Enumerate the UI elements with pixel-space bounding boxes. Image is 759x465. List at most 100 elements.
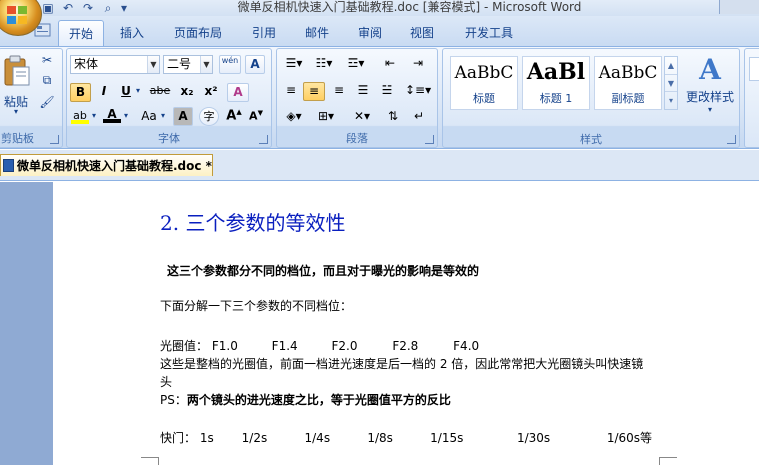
character-border-button[interactable]: A [245, 55, 265, 74]
chevron-down-icon[interactable]: ▼ [200, 56, 212, 73]
style-heading-1[interactable]: AaBl 标题 1 [522, 56, 590, 110]
chevron-down-icon: ▾ [707, 105, 712, 114]
chevron-down-icon[interactable]: ▼ [665, 74, 677, 91]
shutter-label: 快门： [160, 431, 197, 445]
paste-dropdown-icon[interactable]: ▾ [1, 107, 31, 116]
style-title[interactable]: AaBbC 标题 [450, 56, 518, 110]
shutter-line[interactable]: 快门： 1s 1/2s 1/4s 1/8s 1/15s 1/30s 1/60s等 [160, 429, 652, 446]
tab-view[interactable]: 视图 [402, 20, 442, 46]
align-center-icon[interactable]: ≡ [303, 82, 325, 101]
document-tab[interactable]: 微单反相机快速入门基础教程.doc * [0, 154, 213, 176]
change-styles-button[interactable]: A 更改样式 ▾ [682, 52, 738, 122]
bold-statement[interactable]: 这三个参数都分不同的档位，而且对于曝光的影响是等效的 [167, 262, 479, 279]
tab-references[interactable]: 引用 [244, 20, 284, 46]
italic-button[interactable]: I [94, 84, 114, 98]
shading-icon[interactable]: ◈▾ [281, 109, 307, 123]
document-page[interactable] [53, 182, 759, 465]
underline-label: U [121, 84, 131, 98]
style-name: 标题 1 [539, 92, 573, 105]
multilevel-list-icon[interactable]: ☲▾ [341, 56, 371, 70]
tab-mailings[interactable]: 邮件 [297, 20, 337, 46]
aperture-line[interactable]: 光圈值： F1.0 F1.4 F2.0 F2.8 F4.0 [160, 337, 479, 354]
sort-icon[interactable]: ⇅ [383, 109, 403, 123]
change-case-button[interactable]: Aa [137, 109, 161, 123]
superscript-label: x² [204, 84, 218, 98]
shutter-value: 1/2s [241, 431, 268, 445]
tab-insert[interactable]: 插入 [112, 20, 152, 46]
aperture-description[interactable]: 这些是整档的光圈值，前面一档进光速度是后一档的 2 倍，因此常常把大光圈镜头叫快… [160, 355, 643, 372]
copy-icon[interactable]: ⧉ [39, 73, 55, 88]
clear-formatting-label: A [233, 85, 243, 99]
highlight-button[interactable]: ab [71, 109, 89, 127]
paragraph-group: ☰▾ ☷▾ ☲▾ ⇤ ⇥ ≡ ≡ ≡ ☰ ☱ ↕≡▾ ◈▾ ⊞▾ ✕▾ ⇅ ↵ … [276, 48, 438, 148]
subscript-button[interactable]: x₂ [177, 84, 197, 98]
styles-dialog-launcher[interactable] [727, 135, 736, 144]
font-dialog-launcher[interactable] [259, 135, 268, 144]
shutter-value: 1/15s [430, 431, 464, 445]
style-sample: AaBbC [598, 63, 658, 83]
office-logo-icon [7, 6, 27, 24]
chinese-layout-icon[interactable]: ✕▾ [349, 109, 375, 123]
font-color-button[interactable]: A [103, 107, 121, 127]
editing-group-edge [744, 48, 759, 148]
font-size-combo[interactable]: 二号 ▼ [163, 55, 213, 74]
highlight-dropdown-icon[interactable]: ▾ [89, 111, 99, 120]
font-color-dropdown-icon[interactable]: ▾ [121, 111, 131, 120]
paragraph-dialog-launcher[interactable] [425, 135, 434, 144]
character-shading-button[interactable]: A [173, 107, 193, 126]
italic-label: I [101, 84, 107, 98]
borders-icon[interactable]: ⊞▾ [313, 109, 339, 123]
tab-developer[interactable]: 开发工具 [456, 20, 522, 46]
distributed-icon[interactable]: ☱ [377, 83, 397, 97]
enclose-characters-button[interactable]: 字 [199, 107, 219, 126]
phonetic-guide-button[interactable]: wén [219, 55, 241, 74]
aperture-description-cont[interactable]: 头 [160, 373, 172, 390]
clipboard-group: 粘贴 ▾ ✂ ⧉ 🖌 剪贴板 [0, 48, 63, 148]
style-subtitle[interactable]: AaBbC 副标题 [594, 56, 662, 110]
chevron-up-icon[interactable]: ▲ [665, 57, 677, 74]
document-heading[interactable]: 2. 三个参数的等效性 [160, 207, 345, 236]
tab-home[interactable]: 开始 [58, 20, 104, 46]
cut-icon[interactable]: ✂ [39, 53, 55, 67]
minimize-button[interactable] [719, 0, 759, 14]
grow-font-button[interactable]: A▲ [225, 108, 243, 123]
bold-button[interactable]: B [70, 83, 91, 102]
font-name-combo[interactable]: 宋体 ▼ [70, 55, 160, 74]
show-hide-marks-icon[interactable]: ↵ [409, 109, 429, 123]
underline-dropdown-icon[interactable]: ▾ [133, 86, 143, 95]
ps-line[interactable]: PS：两个镜头的进光速度之比，等于光圈值平方的反比 [160, 391, 451, 408]
strikethrough-button[interactable]: abe [147, 84, 173, 97]
font-group: 宋体 ▼ 二号 ▼ wén A B I U ▾ abe x₂ x² A ab ▾… [66, 48, 272, 148]
format-painter-icon[interactable]: 🖌 [39, 95, 55, 109]
phonetic-guide-label: wén [221, 56, 239, 65]
ps-text: 两个镜头的进光速度之比，等于光圈值平方的反比 [186, 393, 451, 407]
font-name-value: 宋体 [74, 57, 99, 71]
shrink-font-label: A [249, 109, 258, 123]
strikethrough-label: abe [149, 84, 171, 97]
superscript-button[interactable]: x² [201, 84, 221, 98]
decrease-indent-icon[interactable]: ⇤ [379, 56, 401, 70]
tab-page-layout[interactable]: 页面布局 [165, 20, 231, 46]
chevron-down-icon[interactable]: ▼ [147, 56, 159, 73]
change-case-label: Aa [141, 109, 157, 123]
justify-icon[interactable]: ☰ [353, 83, 373, 97]
clipboard-dialog-launcher[interactable] [50, 135, 59, 144]
clear-formatting-button[interactable]: A [227, 83, 249, 102]
bold-label: B [75, 85, 86, 99]
tab-review[interactable]: 审阅 [350, 20, 390, 46]
increase-indent-icon[interactable]: ⇥ [407, 56, 429, 70]
line-spacing-icon[interactable]: ↕≡▾ [405, 83, 431, 97]
more-styles-icon[interactable]: ▾ [665, 91, 677, 108]
paragraph-group-label: 段落 [346, 132, 368, 145]
style-name: 副标题 [611, 92, 645, 105]
bullets-icon[interactable]: ☰▾ [281, 56, 307, 70]
intro-paragraph[interactable]: 下面分解一下三个参数的不同档位： [160, 297, 352, 314]
align-right-icon[interactable]: ≡ [329, 83, 349, 97]
align-left-icon[interactable]: ≡ [281, 83, 301, 97]
change-case-dropdown-icon[interactable]: ▾ [159, 111, 167, 120]
document-tab-label: 微单反相机快速入门基础教程.doc * [17, 159, 212, 173]
paste-icon[interactable] [3, 55, 31, 87]
shrink-font-button[interactable]: A▼ [247, 109, 265, 123]
numbering-icon[interactable]: ☷▾ [311, 56, 337, 70]
word-document-icon [3, 159, 14, 172]
